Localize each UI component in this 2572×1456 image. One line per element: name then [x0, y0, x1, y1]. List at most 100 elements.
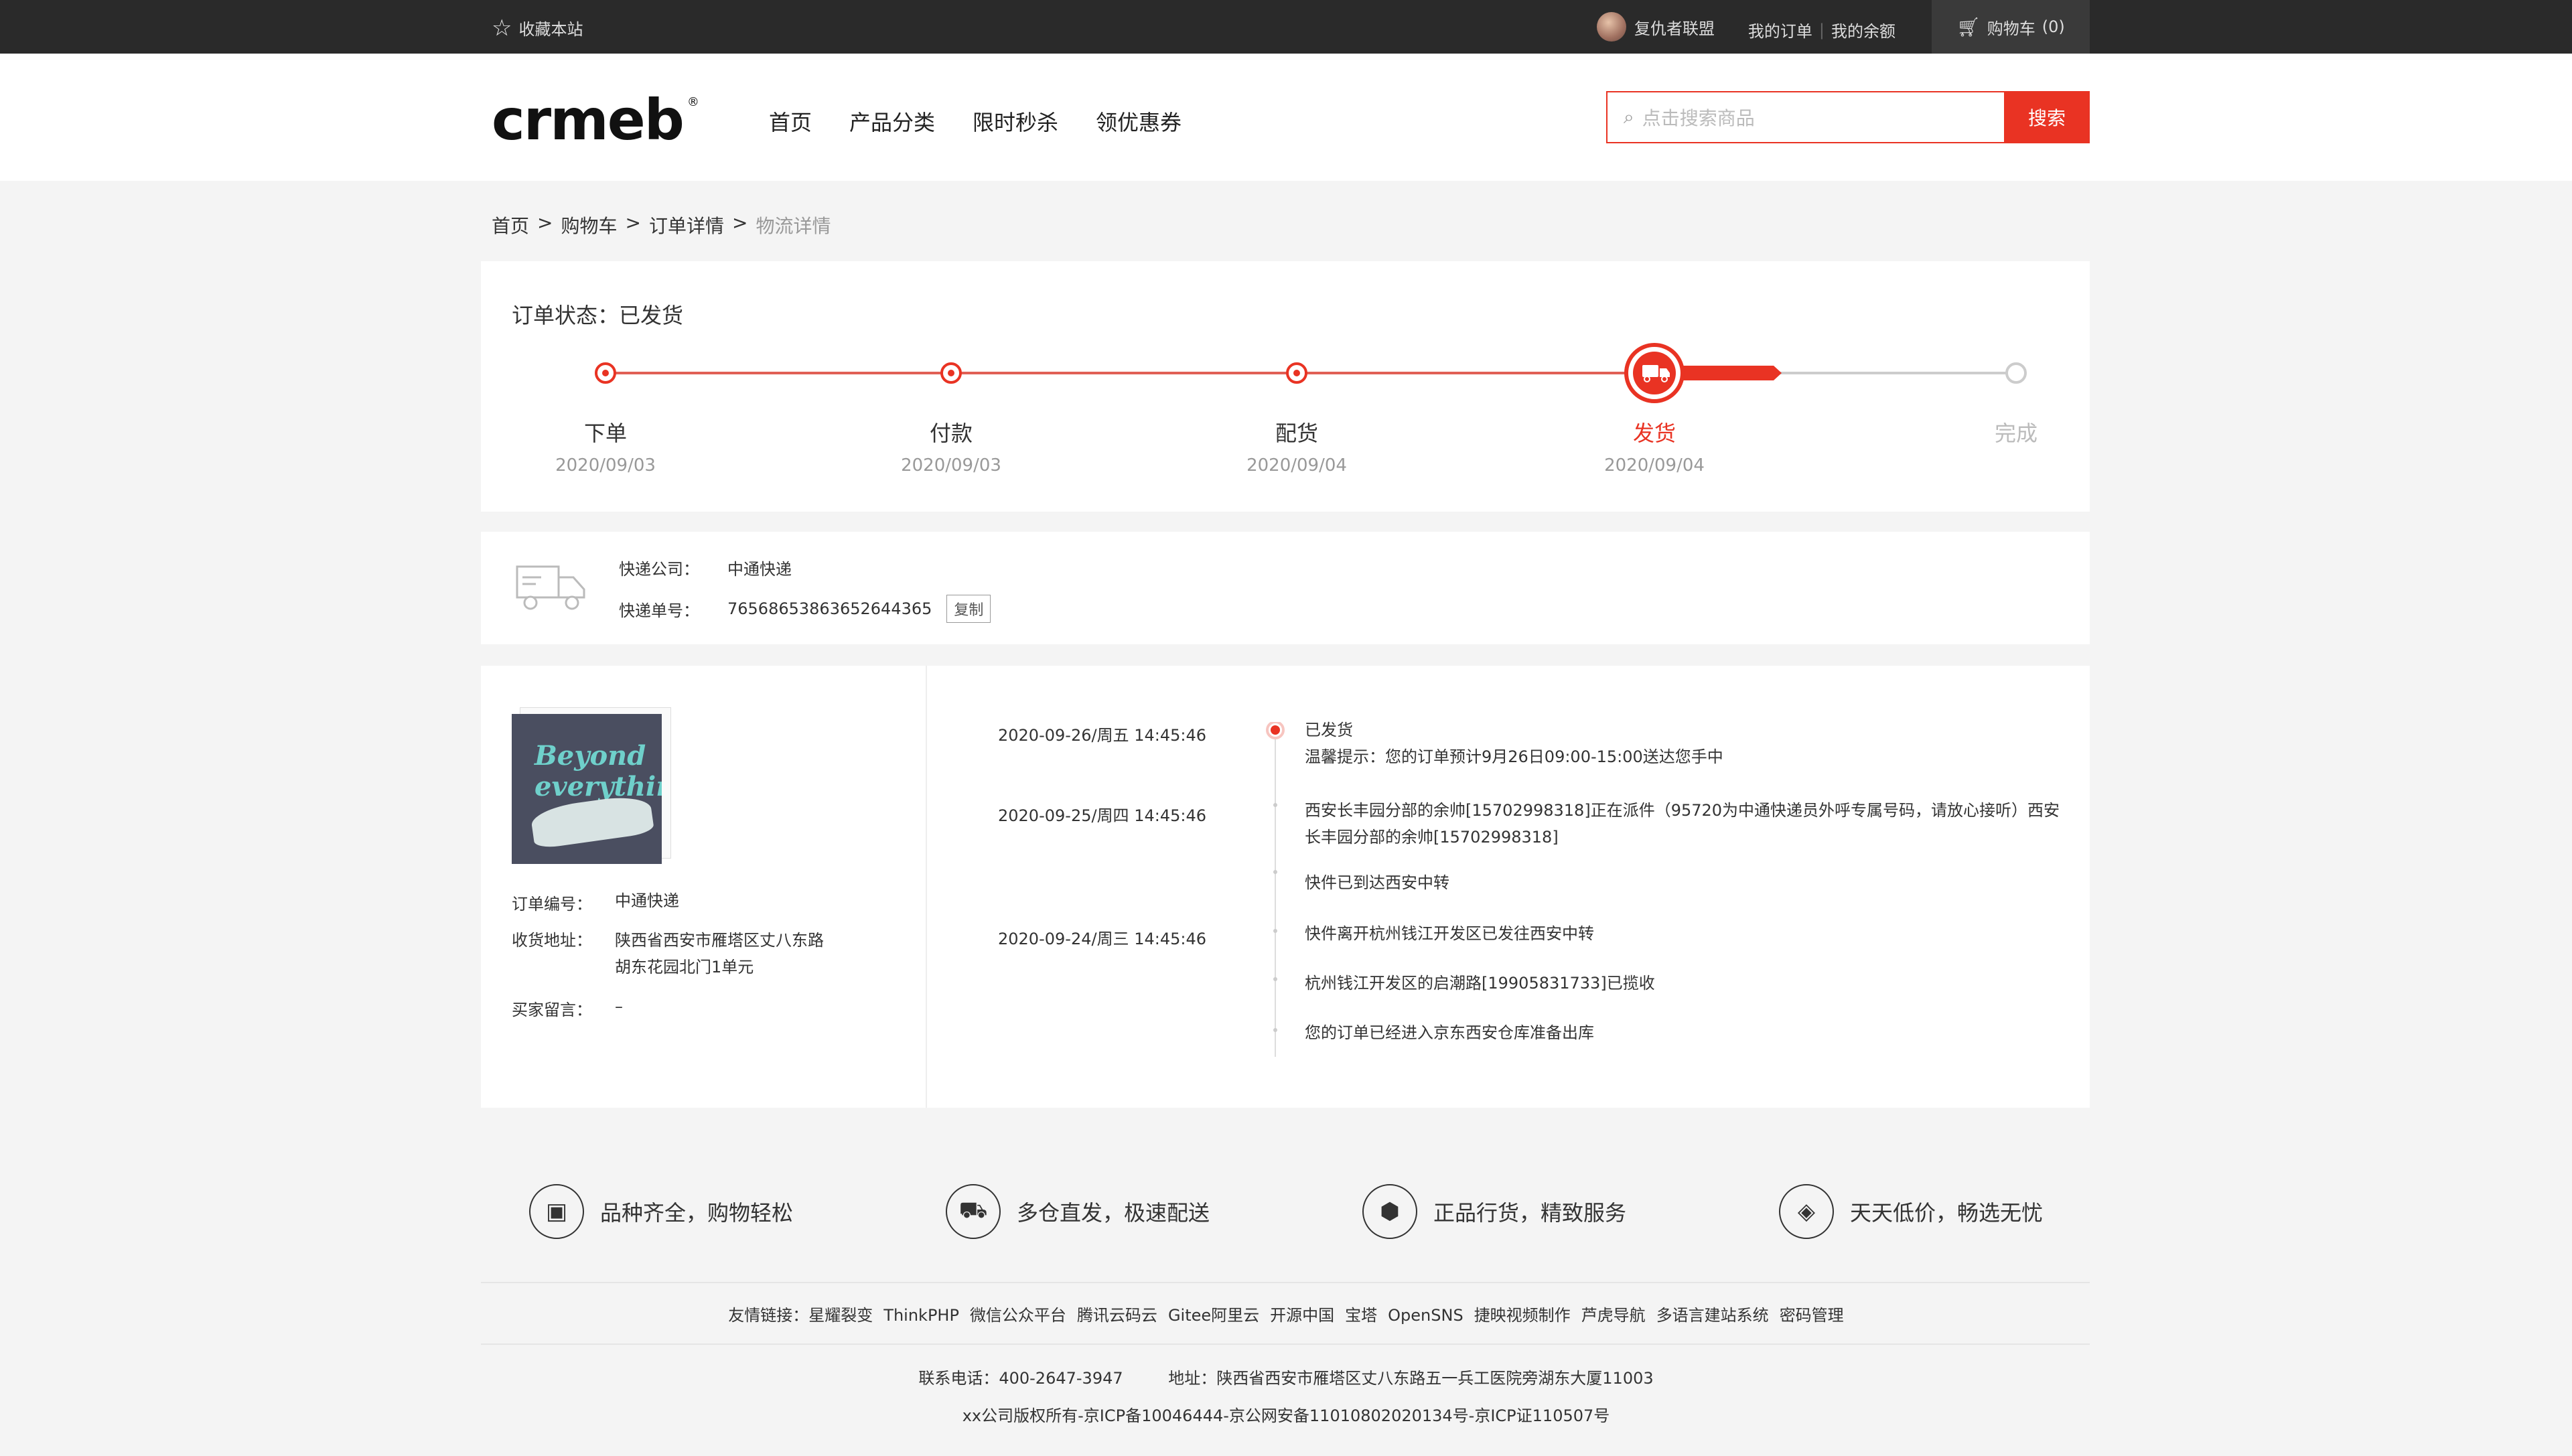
- feature-label: 品种齐全，购物轻松: [600, 1200, 794, 1226]
- favorite-label: 收藏本站: [518, 20, 583, 39]
- cart-button[interactable]: 🛒︎ 购物车 (0): [1932, 0, 2090, 54]
- logistics-tip: 温馨提示：您的订单预计9月26日09:00-15:00送达您手中: [1305, 747, 1723, 766]
- step-pay: 付款 2020/09/03: [851, 417, 1052, 476]
- breadcrumb: 首页 > 购物车 > 订单详情 > 物流详情: [492, 212, 831, 238]
- feature-item: ⬢ 正品行货，精致服务: [1362, 1184, 1626, 1239]
- breadcrumb-separator: >: [625, 212, 641, 234]
- link-divider: |: [1818, 20, 1825, 40]
- page: ☆ 收藏本站 复仇者联盟 我的订单 | 我的余额 🛒︎ 购物车 (0) crme…: [0, 0, 2572, 1456]
- buyer-note-label: 买家留言：: [512, 1001, 592, 1019]
- logistics-time: 2020-09-24/周三 14:45:46: [998, 930, 1206, 948]
- friend-link[interactable]: 芦虎导航: [1581, 1306, 1646, 1325]
- logistics-text: 快件离开杭州钱江开发区已发往西安中转: [1305, 924, 1594, 943]
- friend-link[interactable]: 捷映视频制作: [1474, 1306, 1571, 1325]
- feature-item: ◈ 天天低价，畅选无忧: [1778, 1184, 2043, 1239]
- address-row: 收货地址： 陕西省西安市雁塔区丈八东路胡东花园北门1单元: [512, 927, 836, 980]
- user-name: 复仇者联盟: [1634, 19, 1715, 38]
- feature-label: 多仓直发，极速配送: [1016, 1200, 1210, 1226]
- my-orders-link[interactable]: 我的订单: [1748, 18, 1812, 42]
- logistics-text: 您的订单已经进入京东西安仓库准备出库: [1305, 1023, 1594, 1042]
- friend-link[interactable]: OpenSNS: [1388, 1306, 1463, 1325]
- friend-link[interactable]: Gitee阿里云: [1168, 1306, 1259, 1325]
- step-shipped: 发货 2020/09/04: [1554, 417, 1755, 476]
- step-date: 2020/09/03: [901, 455, 1001, 476]
- address-value: 陕西省西安市雁塔区丈八东路胡东花园北门1单元: [615, 931, 824, 976]
- user-menu[interactable]: 复仇者联盟: [1597, 12, 1715, 42]
- logistics-text: 杭州钱江开发区的启潮路[19905831733]已揽收: [1305, 974, 1655, 993]
- logistics-time: 2020-09-25/周四 14:45:46: [998, 806, 1206, 825]
- my-balance-link[interactable]: 我的余额: [1831, 18, 1896, 42]
- friend-link[interactable]: 开源中国: [1270, 1306, 1334, 1325]
- account-links: 我的订单 | 我的余额: [1748, 18, 1896, 42]
- nav-coupons[interactable]: 领优惠券: [1096, 106, 1182, 137]
- order-detail-card: Beyond everything 订单编号： 中通快递 收货地址： 陕西省西安…: [481, 666, 2090, 1108]
- product-image-text: Beyond everything: [534, 740, 662, 802]
- contact-address: 地址：陕西省西安市雁塔区丈八东路五一兵工医院旁湖东大厦11003: [1168, 1369, 1654, 1388]
- favorite-link[interactable]: ☆ 收藏本站: [492, 16, 583, 40]
- logo[interactable]: crmeb ®: [492, 87, 699, 153]
- search-bar: ⌕ 点击搜索商品 搜索: [1606, 91, 2090, 143]
- step-date: 2020/09/04: [1604, 455, 1705, 476]
- contact-phone: 联系电话：400-2647-3947: [918, 1369, 1123, 1388]
- breadcrumb-separator: >: [537, 212, 553, 234]
- friend-link[interactable]: 宝塔: [1345, 1306, 1377, 1325]
- shopping-bag-icon: ▣: [529, 1184, 584, 1239]
- logo-text: crmeb: [492, 87, 685, 153]
- copyright: xx公司版权所有-京ICP备10046444-京公网安备110108020201…: [962, 1406, 1610, 1425]
- tracking-number-row: 快递单号： 76568653863652644365 复制: [619, 595, 991, 623]
- courier-card: 快递公司： 中通快递 快递单号： 76568653863652644365 复制: [481, 532, 2090, 644]
- product-image[interactable]: Beyond everything: [512, 714, 662, 864]
- copy-button[interactable]: 复制: [946, 595, 991, 623]
- step-done: 完成: [1916, 417, 2117, 455]
- courier-company-label: 快递公司：: [619, 560, 699, 579]
- breadcrumb-current: 物流详情: [756, 215, 831, 237]
- friend-link[interactable]: 腾讯云码云: [1077, 1306, 1157, 1325]
- friend-link[interactable]: 微信公众平台: [970, 1306, 1066, 1325]
- friend-link[interactable]: 星耀裂变: [808, 1306, 873, 1325]
- search-button[interactable]: 搜索: [2004, 91, 2090, 143]
- courier-company-value: 中通快递: [727, 560, 792, 579]
- step-pick: 配货 2020/09/04: [1196, 417, 1397, 476]
- friend-link[interactable]: 多语言建站系统: [1656, 1306, 1769, 1325]
- friend-link[interactable]: ThinkPHP: [883, 1306, 959, 1325]
- search-icon: ⌕: [1624, 106, 1634, 128]
- order-number-label: 订单编号：: [512, 895, 592, 914]
- search-input[interactable]: ⌕ 点击搜索商品: [1606, 91, 2004, 143]
- nav-categories[interactable]: 产品分类: [849, 106, 935, 137]
- feature-label: 正品行货，精致服务: [1433, 1200, 1626, 1226]
- cart-icon: 🛒︎: [1956, 15, 1981, 38]
- breadcrumb-order-detail[interactable]: 订单详情: [649, 212, 724, 238]
- logistics-time: 2020-09-26/周五 14:45:46: [998, 726, 1206, 745]
- contact-info: 联系电话：400-2647-3947 地址：陕西省西安市雁塔区丈八东路五一兵工医…: [0, 1365, 2572, 1388]
- tracking-number-label: 快递单号：: [619, 601, 699, 620]
- logistics-text: 西安长丰园分部的余帅[15702998318]正在派件（95720为中通快递员外…: [1305, 801, 2060, 847]
- feature-list: ▣ 品种齐全，购物轻松 ⛟ 多仓直发，极速配送 ⬢ 正品行货，精致服务 ◈ 天天…: [529, 1184, 2043, 1239]
- breadcrumb-cart[interactable]: 购物车: [561, 212, 617, 238]
- feature-label: 天天低价，畅选无忧: [1849, 1200, 2043, 1226]
- buyer-note-value: –: [615, 997, 623, 1016]
- header: crmeb ® 首页 产品分类 限时秒杀 领优惠券 ⌕ 点击搜索商品 搜索: [0, 54, 2572, 181]
- order-status-card: 订单状态：已发货 下单 2020/09/03 付款 2020/09/03 配货 …: [481, 261, 2090, 512]
- main-nav: 首页 产品分类 限时秒杀 领优惠券: [769, 106, 1182, 137]
- timeline-line: [1266, 722, 1285, 1057]
- logistics-status: 已发货: [1305, 721, 1353, 739]
- breadcrumb-home[interactable]: 首页: [492, 212, 529, 238]
- delivery-truck-icon: ⛟: [945, 1184, 1001, 1239]
- star-icon: ☆: [492, 14, 512, 42]
- step-date: 2020/09/04: [1246, 455, 1347, 476]
- friend-link[interactable]: 密码管理: [1780, 1306, 1844, 1325]
- step-label: 发货: [1632, 421, 1676, 446]
- feature-item: ⛟ 多仓直发，极速配送: [945, 1184, 1210, 1239]
- friend-links-label: 友情链接：: [728, 1306, 809, 1325]
- cart-label: 购物车: [1987, 19, 2035, 38]
- courier-company-row: 快递公司： 中通快递: [619, 556, 792, 579]
- step-label: 付款: [929, 421, 973, 446]
- nav-home[interactable]: 首页: [769, 106, 812, 137]
- footer: ▣ 品种齐全，购物轻松 ⛟ 多仓直发，极速配送 ⬢ 正品行货，精致服务 ◈ 天天…: [0, 1143, 2572, 1456]
- step-label: 配货: [1275, 421, 1318, 446]
- address-label: 收货地址：: [512, 931, 592, 950]
- footer-divider: [481, 1343, 2090, 1345]
- step-label: 完成: [1994, 421, 2038, 446]
- tracking-number-value: 76568653863652644365: [727, 599, 932, 618]
- nav-flash-sale[interactable]: 限时秒杀: [973, 106, 1058, 137]
